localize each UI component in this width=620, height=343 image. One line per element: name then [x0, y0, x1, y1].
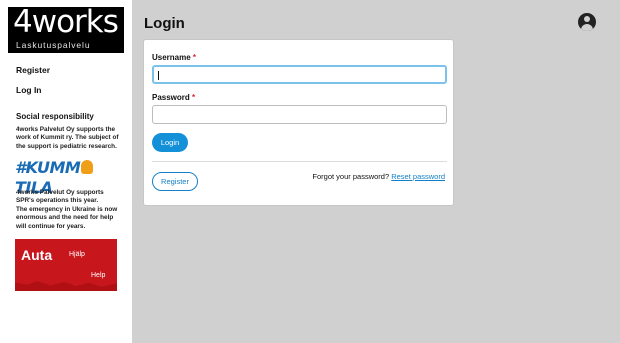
password-label: Password * — [152, 93, 196, 102]
auta-banner[interactable]: Auta Hjälp Help — [15, 239, 117, 291]
page-title: Login — [144, 15, 185, 32]
forgot-password-text: Forgot your password? — [312, 172, 390, 181]
logo-subtitle: Laskutuspalvelu — [16, 40, 91, 50]
kummitila-logo[interactable]: #KUMMTILA — [15, 158, 118, 197]
logo[interactable]: 4works Laskutuspalvelu — [8, 7, 124, 53]
register-button[interactable]: Register — [152, 172, 198, 191]
username-input[interactable] — [152, 65, 447, 84]
account-icon-head — [584, 16, 590, 22]
kummitila-figure-icon — [81, 160, 94, 174]
auta-swedish: Hjälp — [69, 251, 85, 258]
logo-brand: 4works — [13, 7, 119, 40]
nav-register-link[interactable]: Register — [16, 65, 50, 75]
divider — [152, 161, 447, 162]
social-text-spr: 4works Palvelut Oy supports SPR's operat… — [16, 189, 104, 205]
account-icon[interactable] — [578, 13, 596, 31]
password-input[interactable] — [152, 105, 447, 124]
auta-torn-edge — [15, 281, 117, 291]
login-card: Username * Password * Login Register For… — [143, 39, 454, 206]
login-button[interactable]: Login — [152, 133, 188, 152]
account-icon-body — [581, 24, 593, 31]
kummitila-text-a: #KUMM — [15, 158, 81, 177]
reset-password-link[interactable]: Reset password — [391, 172, 445, 181]
nav-login-link[interactable]: Log In — [16, 85, 42, 95]
auta-title: Auta — [21, 247, 53, 263]
auta-english: Help — [91, 272, 106, 279]
text-caret — [158, 71, 159, 80]
sidebar: 4works Laskutuspalvelu Register Log In S… — [0, 0, 132, 343]
username-label: Username * — [152, 53, 197, 62]
social-text-kummit: 4works Palvelut Oy supports the work of … — [16, 126, 119, 150]
forgot-password: Forgot your password? Reset password — [312, 172, 445, 181]
social-heading: Social responsibility — [16, 112, 94, 121]
social-text-ukraine: The emergency in Ukraine is now enormous… — [16, 206, 118, 230]
